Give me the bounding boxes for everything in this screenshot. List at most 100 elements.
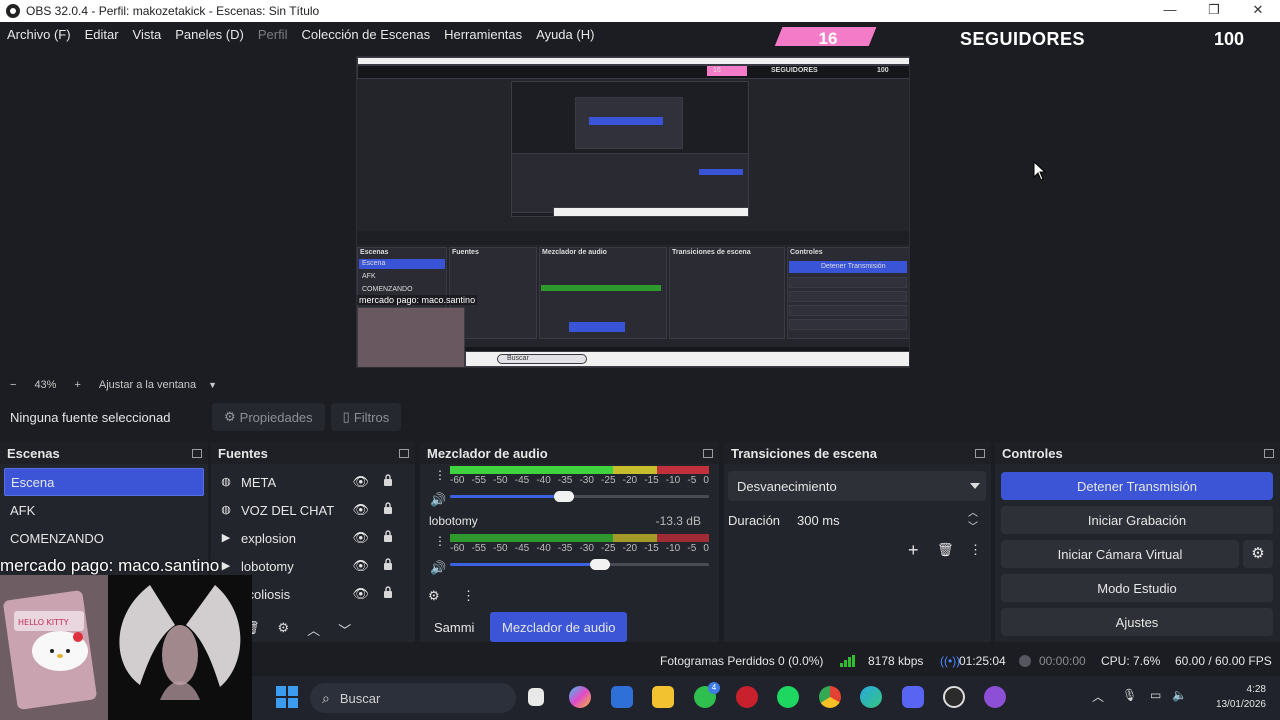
eye-icon[interactable]: 👁 (352, 474, 369, 490)
settings-button[interactable]: Ajustes (1001, 608, 1273, 636)
properties-button[interactable]: ⚙ Propiedades (212, 403, 325, 431)
zoom-dropdown-icon[interactable]: ▼ (208, 380, 217, 390)
duration-down-icon[interactable]: ﹀ (968, 518, 978, 533)
filters-button[interactable]: ▯ Filtros (330, 403, 402, 431)
scale-tick: -35 (557, 475, 573, 486)
maximize-button[interactable]: ❐ (1192, 0, 1236, 22)
undock-icon[interactable] (1264, 448, 1274, 458)
discord-icon[interactable] (902, 686, 924, 708)
studio-mode-button[interactable]: Modo Estudio (1001, 574, 1273, 602)
scale-tick: -5 (687, 475, 697, 486)
advanced-audio-icon[interactable]: ⚙ (428, 588, 440, 604)
duration-up-icon[interactable]: ︿ (968, 504, 978, 519)
system-clock[interactable]: 4:28 13/01/2026 (1216, 682, 1266, 712)
volume-slider-2[interactable] (450, 554, 709, 574)
search-icon: ⌕ (322, 689, 330, 706)
obs-taskbar-icon[interactable] (943, 686, 965, 708)
scale-tick: -10 (665, 475, 681, 486)
volume-knob[interactable] (554, 491, 574, 502)
undock-icon[interactable] (399, 448, 409, 458)
source-item-explosion[interactable]: ▶ explosion 👁 (211, 524, 415, 552)
move-up-icon[interactable]: ︿ (307, 620, 320, 639)
microphone-icon[interactable]: 🎙 (1122, 688, 1137, 702)
network-icon[interactable]: ▭ (1150, 688, 1161, 702)
menu-editar[interactable]: Editar (85, 27, 119, 42)
source-item-voz-del-chat[interactable]: ◍ VOZ DEL CHAT 👁 (211, 496, 415, 524)
menu-vista[interactable]: Vista (133, 27, 162, 42)
menu-perfil[interactable]: Perfil (258, 27, 288, 42)
duration-input[interactable]: 300 ms (797, 513, 840, 528)
menu-paneles[interactable]: Paneles (D) (175, 27, 244, 42)
zoom-out-button[interactable]: − (10, 379, 16, 391)
virtual-camera-settings-icon[interactable]: ⚙ (1243, 540, 1273, 568)
globe-icon: ◍ (221, 504, 231, 516)
lock-icon[interactable] (383, 474, 393, 486)
edge-icon[interactable] (860, 686, 882, 708)
tab-sammi[interactable]: Sammi (422, 612, 486, 642)
undock-icon[interactable] (703, 448, 713, 458)
scene-item-escena[interactable]: Escena (4, 468, 204, 496)
start-recording-button[interactable]: Iniciar Grabación (1001, 506, 1273, 534)
remove-transition-icon[interactable]: 🗑 (937, 542, 954, 558)
channel-menu-icon[interactable]: ⋮ (434, 468, 446, 482)
transition-menu-icon[interactable]: ⋮ (969, 542, 982, 558)
source-item-meta[interactable]: ◍ META 👁 (211, 468, 415, 496)
windows-start-icon[interactable] (276, 686, 298, 708)
lock-icon[interactable] (383, 502, 393, 514)
file-explorer-icon[interactable] (652, 686, 674, 708)
scene-item-comenzando[interactable]: COMENZANDO (4, 524, 204, 552)
mixer-title: Mezclador de audio (427, 445, 548, 461)
eye-icon[interactable]: 👁 (352, 502, 369, 518)
volume-knob[interactable] (590, 559, 610, 570)
move-down-icon[interactable]: ﹀ (338, 620, 351, 639)
tab-audio-mixer[interactable]: Mezclador de audio (490, 612, 628, 642)
close-button[interactable]: ✕ (1236, 0, 1280, 22)
transitions-dock: Transiciones de escena Desvanecimiento D… (724, 442, 991, 642)
app-purple-icon[interactable] (984, 686, 1006, 708)
menu-ayuda[interactable]: Ayuda (H) (536, 27, 594, 42)
scale-tick: -5 (687, 543, 697, 554)
add-transition-icon[interactable]: + (908, 540, 919, 561)
copilot-icon[interactable] (569, 686, 591, 708)
undock-icon[interactable] (975, 448, 985, 458)
controls-dock: Controles Detener Transmisión Iniciar Gr… (995, 442, 1280, 642)
eye-icon[interactable]: 👁 (352, 558, 369, 574)
stop-stream-button[interactable]: Detener Transmisión (1001, 472, 1273, 500)
transition-select[interactable]: Desvanecimiento (728, 471, 986, 501)
menu-herramientas[interactable]: Herramientas (444, 27, 522, 42)
preview-area[interactable]: 16 SEGUIDORES 100 Escenas Escena AFK COM… (0, 46, 1280, 376)
no-source-selected: Ninguna fuente seleccionad (10, 409, 171, 425)
minimize-button[interactable]: — (1148, 0, 1192, 22)
undock-icon[interactable] (192, 448, 202, 458)
scene-item-afk[interactable]: AFK (4, 496, 204, 524)
mixer-menu-icon[interactable]: ⋮ (462, 588, 475, 604)
taskview-icon[interactable] (528, 688, 544, 706)
lock-icon[interactable] (383, 586, 393, 598)
gear-icon[interactable]: ⚙ (278, 620, 290, 639)
preview-canvas[interactable]: 16 SEGUIDORES 100 Escenas Escena AFK COM… (356, 56, 910, 368)
chrome-icon[interactable] (819, 686, 841, 708)
virtual-camera-button[interactable]: Iniciar Cámara Virtual (1001, 540, 1239, 568)
channel-menu-icon[interactable]: ⋮ (434, 534, 446, 548)
zoom-fit-select[interactable]: Ajustar a la ventana (99, 379, 196, 391)
scale-tick: -35 (557, 543, 573, 554)
properties-label: Propiedades (239, 409, 313, 425)
taskbar-search[interactable]: ⌕ Buscar (310, 683, 516, 713)
zoom-in-button[interactable]: + (74, 379, 80, 391)
tray-expand-icon[interactable]: ︿ (1092, 688, 1104, 705)
speaker-icon[interactable]: 🔊 (430, 560, 446, 576)
eye-icon[interactable]: 👁 (352, 530, 369, 546)
lock-icon[interactable] (383, 558, 393, 570)
lock-icon[interactable] (383, 530, 393, 542)
volume-slider-1[interactable] (450, 486, 709, 506)
eye-icon[interactable]: 👁 (352, 586, 369, 602)
store-icon[interactable] (611, 686, 633, 708)
volume-icon[interactable]: 🔈 (1172, 688, 1187, 702)
app-red-icon[interactable] (736, 686, 758, 708)
spotify-icon[interactable] (777, 686, 799, 708)
controls-title: Controles (1002, 445, 1063, 461)
menu-archivo[interactable]: Archivo (F) (7, 27, 71, 42)
menu-coleccion[interactable]: Colección de Escenas (301, 27, 430, 42)
scale-tick: -60 (450, 475, 465, 486)
speaker-icon[interactable]: 🔊 (430, 492, 446, 508)
